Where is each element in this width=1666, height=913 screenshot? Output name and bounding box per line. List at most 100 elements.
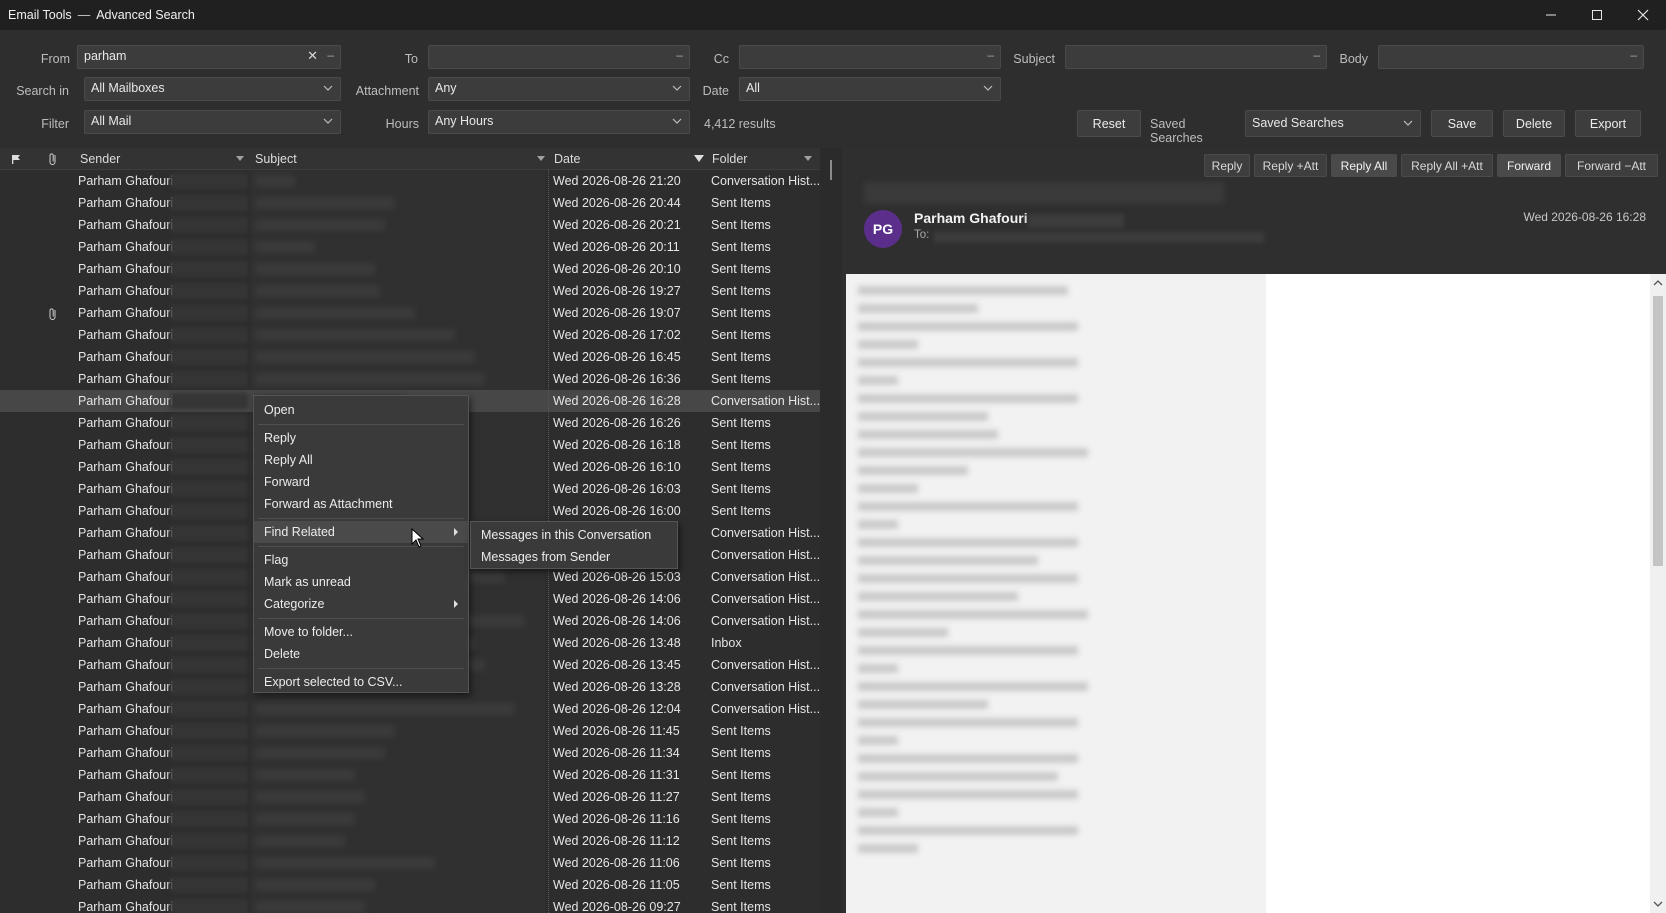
- date-select[interactable]: All: [739, 77, 1001, 101]
- menu-item-forward-as-attachment[interactable]: Forward as Attachment: [254, 493, 468, 515]
- export-button[interactable]: Export: [1575, 110, 1641, 137]
- clear-icon[interactable]: ✕: [307, 48, 318, 64]
- menu-item-open[interactable]: Open: [254, 399, 468, 421]
- body-text-line-blurred: [858, 844, 918, 853]
- save-button[interactable]: Save: [1431, 110, 1493, 137]
- maximize-icon[interactable]: [1574, 0, 1620, 30]
- table-row[interactable]: Parham Ghafouri Wed 2026-08-26 20:10 Sent …: [0, 258, 820, 280]
- table-row[interactable]: Parham Ghafouri Wed 2026-08-26 19:27 Sent …: [0, 280, 820, 302]
- subject-label: Subject: [1013, 52, 1055, 66]
- folder-column-header[interactable]: Folder: [712, 148, 747, 170]
- body-text-line-blurred: [858, 340, 918, 349]
- reply-att-button[interactable]: Reply +Att: [1254, 154, 1327, 177]
- attachment-select[interactable]: Any: [428, 77, 690, 101]
- table-row[interactable]: Parham Ghafouri Wed 2026-08-26 21:20 Conve…: [0, 170, 820, 192]
- menu-item-find-related[interactable]: Find Related: [254, 521, 468, 543]
- delete-button[interactable]: Delete: [1503, 110, 1565, 137]
- table-row[interactable]: Parham Ghafouri Wed 2026-08-26 11:27 Sent …: [0, 786, 820, 808]
- body-text-line-blurred: [858, 736, 898, 745]
- table-row[interactable]: Parham Ghafouri Wed 2026-08-26 09:27 Sent …: [0, 896, 820, 913]
- table-row[interactable]: Parham Ghafouri Wed 2026-08-26 16:36 Sent …: [0, 368, 820, 390]
- table-row[interactable]: Parham Ghafouri Wed 2026-08-26 11:05 Sent …: [0, 874, 820, 896]
- menu-item-flag[interactable]: Flag: [254, 549, 468, 571]
- filter-select[interactable]: All Mail: [84, 110, 341, 134]
- close-icon[interactable]: [1620, 0, 1666, 30]
- menu-item-forward[interactable]: Forward: [254, 471, 468, 493]
- from-field[interactable]: parham ✕ –: [77, 45, 341, 69]
- menu-item-reply[interactable]: Reply: [254, 427, 468, 449]
- sort-arrow-icon[interactable]: [804, 156, 812, 161]
- body-field[interactable]: –: [1378, 45, 1644, 69]
- menu-separator: [258, 618, 464, 619]
- table-row[interactable]: Parham Ghafouri Wed 2026-08-26 20:11 Sent …: [0, 236, 820, 258]
- row-folder: Conversation Hist...: [711, 592, 819, 606]
- to-address-blurred: [934, 232, 1264, 243]
- row-sender: Parham Ghafouri: [78, 460, 174, 474]
- field-menu-icon[interactable]: –: [987, 48, 994, 62]
- chevron-down-icon: [323, 118, 333, 124]
- table-row[interactable]: Parham Ghafouri Wed 2026-08-26 20:44 Sent …: [0, 192, 820, 214]
- submenu-item-from-sender[interactable]: Messages from Sender: [471, 546, 677, 568]
- reply-all-att-button[interactable]: Reply All +Att: [1401, 154, 1493, 177]
- reply-all-button[interactable]: Reply All: [1331, 154, 1397, 177]
- table-row[interactable]: Parham Ghafouri Wed 2026-08-26 11:06 Sent …: [0, 852, 820, 874]
- reply-button[interactable]: Reply: [1204, 154, 1250, 177]
- minimize-icon[interactable]: [1528, 0, 1574, 30]
- table-row[interactable]: Parham Ghafouri Wed 2026-08-26 20:21 Sent …: [0, 214, 820, 236]
- subject-column-header[interactable]: Subject: [255, 148, 297, 170]
- scrollbar-thumb[interactable]: [1653, 296, 1663, 566]
- row-folder: Sent Items: [711, 460, 771, 474]
- table-row[interactable]: Parham Ghafouri Wed 2026-08-26 11:45 Sent …: [0, 720, 820, 742]
- flag-column-icon[interactable]: [10, 148, 22, 170]
- row-date: Wed 2026-08-26 11:27: [553, 790, 680, 804]
- sender-address-blurred: [170, 327, 248, 343]
- table-row[interactable]: Parham Ghafouri Wed 2026-08-26 19:07 Sent …: [0, 302, 820, 324]
- field-menu-icon[interactable]: –: [1630, 48, 1637, 62]
- sender-column-header[interactable]: Sender: [80, 148, 120, 170]
- menu-item-delete[interactable]: Delete: [254, 643, 468, 665]
- submenu-item-conversation[interactable]: Messages in this Conversation: [471, 524, 677, 546]
- sort-arrow-icon[interactable]: [236, 156, 244, 161]
- table-row[interactable]: Parham Ghafouri Wed 2026-08-26 11:12 Sent …: [0, 830, 820, 852]
- field-menu-icon[interactable]: –: [327, 48, 334, 62]
- forward-button[interactable]: Forward: [1497, 154, 1561, 177]
- sort-arrow-icon[interactable]: [537, 156, 545, 161]
- subject-blurred: [255, 351, 475, 363]
- body-text-line-blurred: [858, 682, 1088, 691]
- reset-button[interactable]: Reset: [1077, 110, 1141, 137]
- table-row[interactable]: Parham Ghafouri Wed 2026-08-26 16:45 Sent …: [0, 346, 820, 368]
- table-row[interactable]: Parham Ghafouri Wed 2026-08-26 11:31 Sent …: [0, 764, 820, 786]
- sender-address-blurred: [170, 459, 248, 475]
- subject-field[interactable]: –: [1065, 45, 1327, 69]
- scroll-down-icon[interactable]: [1652, 898, 1664, 910]
- field-menu-icon[interactable]: –: [676, 48, 683, 62]
- cc-field[interactable]: –: [739, 45, 1001, 69]
- field-menu-icon[interactable]: –: [1313, 48, 1320, 62]
- attachment-column-icon[interactable]: [47, 148, 59, 170]
- body-text-line-blurred: [858, 538, 1078, 547]
- table-row[interactable]: Parham Ghafouri Wed 2026-08-26 11:34 Sent …: [0, 742, 820, 764]
- hours-select[interactable]: Any Hours: [428, 110, 690, 134]
- table-row[interactable]: Parham Ghafouri Wed 2026-08-26 17:02 Sent …: [0, 324, 820, 346]
- menu-item-mark-as-unread[interactable]: Mark as unread: [254, 571, 468, 593]
- date-column-header[interactable]: Date: [554, 148, 580, 170]
- row-sender: Parham Ghafouri: [78, 218, 174, 232]
- menu-item-categorize[interactable]: Categorize: [254, 593, 468, 615]
- search-in-select[interactable]: All Mailboxes: [84, 77, 341, 101]
- mouse-cursor-icon: [411, 528, 425, 548]
- scroll-up-icon[interactable]: [1652, 277, 1664, 289]
- to-field[interactable]: –: [428, 45, 690, 69]
- saved-searches-select[interactable]: Saved Searches: [1245, 110, 1421, 137]
- body-text-line-blurred: [858, 718, 1078, 727]
- table-row[interactable]: Parham Ghafouri Wed 2026-08-26 11:16 Sent …: [0, 808, 820, 830]
- menu-item-reply-all[interactable]: Reply All: [254, 449, 468, 471]
- pane-splitter[interactable]: [822, 148, 842, 913]
- forward-no-att-button[interactable]: Forward −Att: [1565, 154, 1658, 177]
- table-row[interactable]: Parham Ghafouri Wed 2026-08-26 12:04 Conve…: [0, 698, 820, 720]
- message-body[interactable]: [846, 274, 1656, 913]
- menu-item-export-csv[interactable]: Export selected to CSV...: [254, 671, 468, 693]
- chevron-down-icon: [1403, 120, 1413, 126]
- preview-scrollbar[interactable]: [1650, 274, 1666, 913]
- sort-descending-icon[interactable]: [694, 155, 704, 162]
- menu-item-move-to-folder[interactable]: Move to folder...: [254, 621, 468, 643]
